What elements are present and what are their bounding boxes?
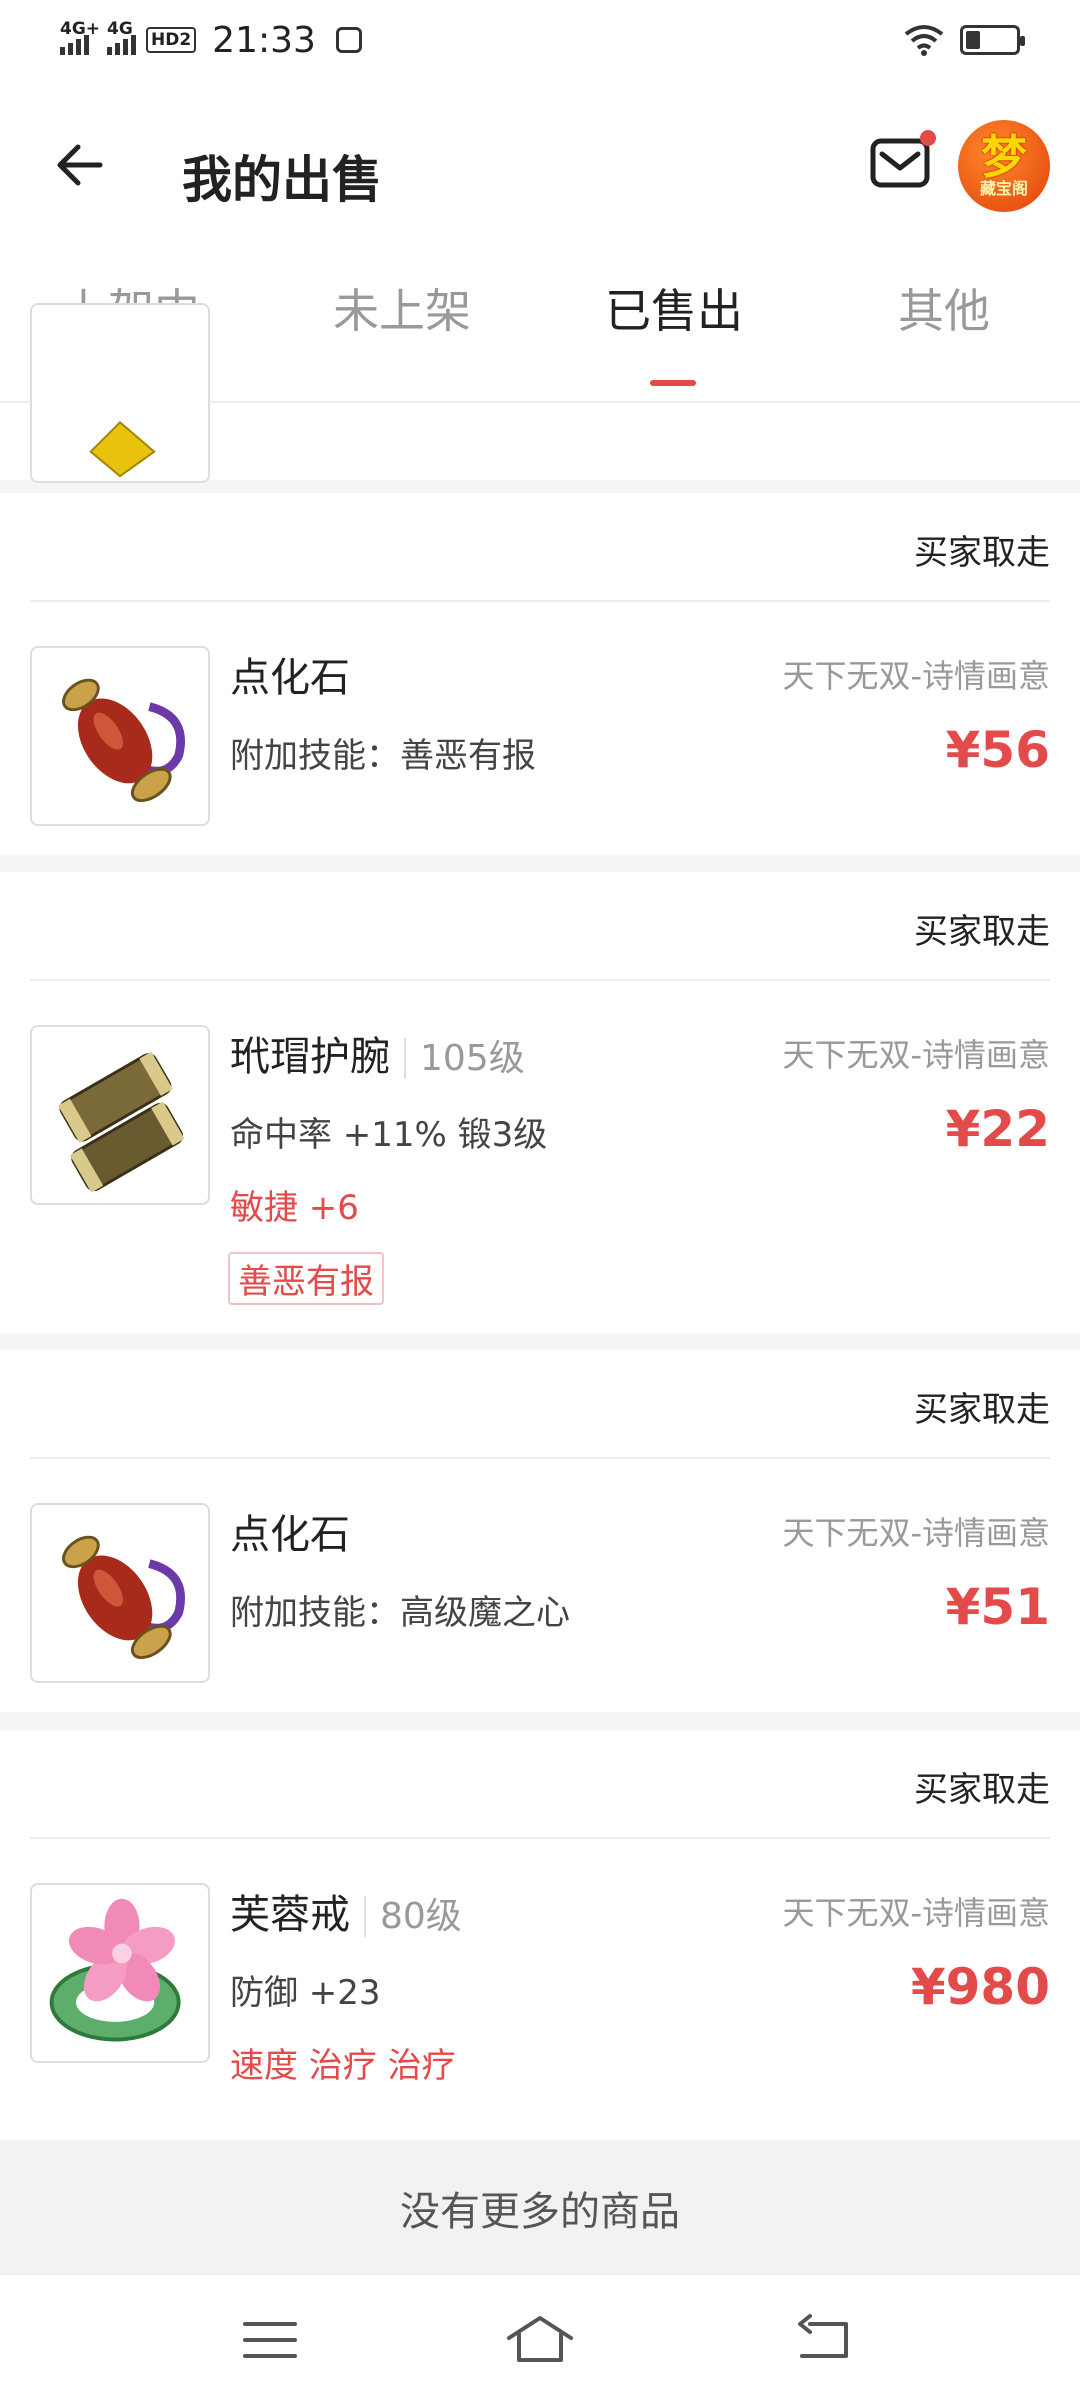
potion-icon — [62, 678, 185, 802]
signal-icon-2: 4G — [107, 19, 136, 55]
item-bonus: 速度 治疗 治疗 — [230, 2046, 456, 2086]
wifi-icon — [904, 25, 944, 56]
flower-ring-icon — [49, 1898, 181, 2042]
item-price: ¥22 — [945, 1100, 1050, 1158]
item-name: 点化石 — [230, 1512, 350, 1558]
notification-app-icon — [335, 27, 362, 53]
item-name: 芙蓉戒 80级 — [230, 1892, 462, 1938]
item-thumbnail — [30, 1883, 210, 2063]
divider — [30, 979, 1050, 981]
no-more-items-text: 没有更多的商品 — [0, 2140, 1080, 2275]
server-name: 天下无双-诗情画意 — [782, 1514, 1050, 1552]
back-arrow-icon[interactable] — [50, 135, 110, 195]
pickup-status: 买家取走 — [914, 912, 1050, 952]
server-name: 天下无双-诗情画意 — [782, 1036, 1050, 1074]
divider — [30, 600, 1050, 602]
home-icon[interactable] — [505, 2310, 575, 2370]
system-nav-bar — [0, 2275, 1080, 2400]
pickup-status: 买家取走 — [914, 1770, 1050, 1810]
status-bar: 4G+ 4G HD2 21:33 — [0, 0, 1080, 80]
pickup-status: 买家取走 — [914, 533, 1050, 573]
signal-icon-1: 4G+ — [60, 19, 100, 55]
menu-icon[interactable] — [235, 2310, 305, 2370]
back-nav-icon[interactable] — [790, 2310, 860, 2370]
item-name: 玳瑁护腕 105级 — [230, 1034, 525, 1080]
item-attribute: 防御 +23 — [230, 1973, 381, 2013]
partial-card — [0, 303, 1080, 483]
server-name: 天下无双-诗情画意 — [782, 1894, 1050, 1932]
item-thumbnail — [30, 1503, 210, 1683]
divider — [30, 1837, 1050, 1839]
item-level: 80级 — [364, 1896, 462, 1937]
sold-item-card[interactable]: 买家取走 点化石 天下无双-诗情画意 附加技能：高级魔之心 ¥51 — [0, 1350, 1080, 1712]
status-time: 21:33 — [212, 19, 316, 61]
item-attribute: 附加技能：高级魔之心 — [230, 1593, 570, 1633]
avatar[interactable]: 梦 藏宝阁 — [958, 120, 1050, 212]
tab-indicator — [650, 380, 696, 386]
pickup-status: 买家取走 — [914, 1390, 1050, 1430]
item-level: 105级 — [404, 1038, 525, 1079]
item-attribute: 命中率 +11% 锻3级 — [230, 1115, 548, 1155]
sold-item-card[interactable]: 买家取走 点化石 天下无双-诗情画意 附加技能：善恶有报 ¥56 — [0, 493, 1080, 855]
tab-sold[interactable]: 已售出 — [605, 275, 743, 341]
sold-item-card[interactable]: 买家取走 芙蓉戒 80级 天下无双-诗情画意 防御 +23 ¥980 速度 治疗 … — [0, 1730, 1080, 2140]
tab-other[interactable]: 其他 — [898, 275, 990, 341]
skill-tag: 善恶有报 — [228, 1252, 384, 1305]
unread-dot — [920, 130, 936, 146]
item-thumbnail — [30, 303, 210, 483]
item-bonus: 敏捷 +6 — [230, 1188, 359, 1228]
item-thumbnail — [30, 646, 210, 826]
potion-icon — [62, 1535, 185, 1659]
app-header: 我的出售 梦 藏宝阁 — [0, 80, 1080, 255]
sold-item-card[interactable]: 买家取走 玳瑁护腕 105级 天下无双-诗情画意 命中率 +11% 锻3级 ¥22… — [0, 872, 1080, 1334]
hd-badge: HD2 — [146, 27, 197, 53]
page-title: 我的出售 — [182, 151, 382, 209]
server-name: 天下无双-诗情画意 — [782, 657, 1050, 695]
item-name: 点化石 — [230, 655, 350, 701]
item-attribute: 附加技能：善恶有报 — [230, 736, 536, 776]
item-price: ¥56 — [945, 721, 1050, 779]
bracer-icon — [58, 1051, 185, 1193]
item-price: ¥980 — [910, 1958, 1050, 2016]
item-price: ¥51 — [945, 1578, 1050, 1636]
divider — [30, 1457, 1050, 1459]
item-thumbnail — [30, 1025, 210, 1205]
tab-not-listed[interactable]: 未上架 — [333, 275, 471, 341]
battery-icon — [960, 25, 1025, 55]
mail-icon[interactable] — [870, 138, 930, 188]
gem-icon — [89, 421, 156, 478]
